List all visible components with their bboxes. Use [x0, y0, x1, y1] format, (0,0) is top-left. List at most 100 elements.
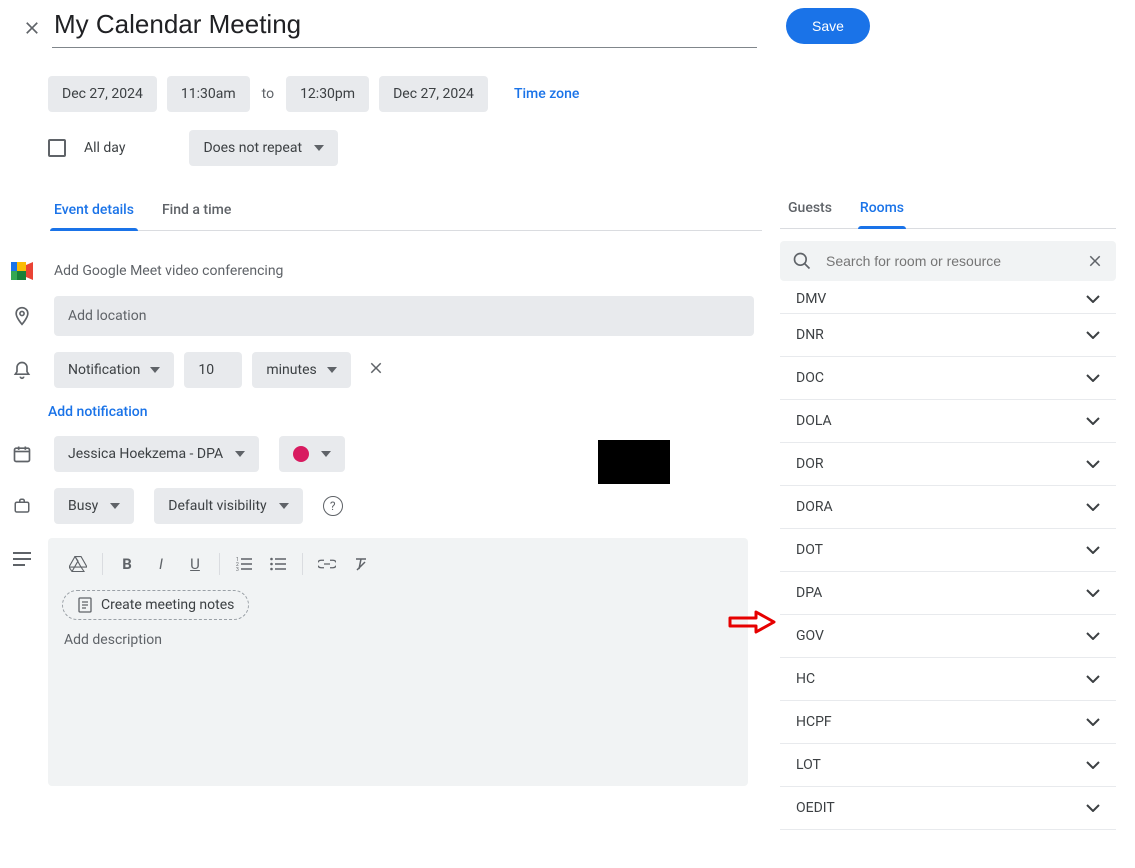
chevron-down-icon — [1086, 327, 1100, 343]
calendar-owner-dropdown[interactable]: Jessica Hoekzema - DPA — [54, 436, 259, 472]
room-group-label: DORA — [796, 499, 833, 515]
room-group-label: HCPF — [796, 714, 832, 730]
room-group-item[interactable]: HC — [780, 658, 1116, 701]
add-google-meet-button[interactable]: Add Google Meet video conferencing — [54, 263, 283, 279]
chevron-down-icon — [1086, 757, 1100, 773]
close-button[interactable] — [12, 8, 52, 48]
room-group-item[interactable]: DOT — [780, 529, 1116, 572]
room-search-input[interactable] — [824, 252, 1074, 270]
chevron-down-icon — [321, 451, 331, 457]
bulleted-list-button[interactable] — [262, 548, 294, 580]
tab-event-details[interactable]: Event details — [54, 202, 134, 230]
toolbar-divider — [102, 553, 103, 575]
clear-format-icon — [353, 556, 369, 572]
chevron-down-icon — [1086, 628, 1100, 644]
chevron-down-icon — [1086, 456, 1100, 472]
end-date-chip[interactable]: Dec 27, 2024 — [379, 76, 488, 112]
link-icon — [318, 559, 336, 569]
room-group-item[interactable]: DNR — [780, 314, 1116, 357]
remove-notification-button[interactable] — [361, 353, 391, 387]
tab-rooms[interactable]: Rooms — [860, 200, 904, 228]
room-group-label: LOT — [796, 757, 821, 773]
description-input[interactable]: Add description — [48, 620, 748, 660]
insert-link-button[interactable] — [311, 548, 343, 580]
room-group-item[interactable]: DPA — [780, 572, 1116, 615]
description-icon — [10, 552, 34, 566]
room-group-item[interactable]: DOLA — [780, 400, 1116, 443]
room-group-item[interactable]: DOR — [780, 443, 1116, 486]
notification-unit-dropdown[interactable]: minutes — [252, 352, 350, 388]
notification-type-dropdown[interactable]: Notification — [54, 352, 174, 388]
clear-formatting-button[interactable] — [345, 548, 377, 580]
chevron-down-icon — [1086, 671, 1100, 687]
google-meet-icon — [10, 262, 34, 280]
location-input[interactable]: Add location — [54, 296, 754, 336]
event-title-input[interactable] — [52, 8, 757, 41]
close-icon — [22, 18, 42, 38]
bullet-list-icon — [270, 557, 286, 571]
room-group-label: DOT — [796, 542, 823, 558]
start-time-chip[interactable]: 11:30am — [167, 76, 250, 112]
room-search-box[interactable] — [780, 241, 1116, 281]
recurrence-dropdown[interactable]: Does not repeat — [189, 130, 338, 166]
numbered-list-button[interactable]: 123 — [228, 548, 260, 580]
room-group-label: DOLA — [796, 413, 832, 429]
chevron-down-icon — [235, 451, 245, 457]
calendar-owner-label: Jessica Hoekzema - DPA — [68, 446, 223, 462]
start-date-chip[interactable]: Dec 27, 2024 — [48, 76, 157, 112]
room-group-label: DPA — [796, 585, 822, 601]
allday-checkbox[interactable] — [48, 139, 66, 157]
room-group-label: OEDIT — [796, 800, 835, 816]
room-group-item[interactable]: DORA — [780, 486, 1116, 529]
visibility-dropdown[interactable]: Default visibility — [154, 488, 302, 524]
chevron-down-icon — [1086, 714, 1100, 730]
location-icon — [10, 305, 34, 327]
notification-value-input[interactable]: 10 — [184, 352, 242, 388]
room-group-item[interactable]: LOT — [780, 744, 1116, 787]
italic-button[interactable]: I — [145, 548, 177, 580]
room-group-item[interactable]: OEDIT — [780, 787, 1116, 830]
room-group-label: GOV — [796, 628, 824, 644]
bold-button[interactable]: B — [111, 548, 143, 580]
search-icon — [792, 251, 812, 271]
chevron-down-icon — [1086, 413, 1100, 429]
event-color-dropdown[interactable] — [279, 436, 345, 472]
allday-label: All day — [84, 140, 125, 156]
chevron-down-icon — [279, 503, 289, 509]
end-time-chip[interactable]: 12:30pm — [286, 76, 369, 112]
close-icon — [367, 359, 385, 377]
availability-dropdown[interactable]: Busy — [54, 488, 134, 524]
ordered-list-icon: 123 — [236, 557, 252, 571]
notification-unit-label: minutes — [266, 362, 316, 378]
add-notification-button[interactable]: Add notification — [48, 396, 762, 428]
visibility-help-button[interactable]: ? — [323, 496, 343, 516]
recurrence-label: Does not repeat — [203, 140, 302, 156]
clear-search-button[interactable] — [1086, 252, 1104, 270]
room-group-item[interactable]: GOV — [780, 615, 1116, 658]
room-group-item[interactable]: DMV — [780, 285, 1116, 314]
room-group-item[interactable]: DOC — [780, 357, 1116, 400]
briefcase-icon — [10, 497, 34, 515]
calendar-icon — [10, 444, 34, 464]
tab-guests[interactable]: Guests — [788, 200, 832, 228]
toolbar-divider — [302, 553, 303, 575]
save-button[interactable]: Save — [786, 8, 870, 44]
attach-drive-button[interactable] — [62, 548, 94, 580]
drive-icon — [69, 556, 87, 572]
notification-icon — [10, 359, 34, 381]
visibility-label: Default visibility — [168, 498, 266, 514]
chevron-down-icon — [1086, 542, 1100, 558]
chevron-down-icon — [110, 503, 120, 509]
timezone-link[interactable]: Time zone — [508, 86, 585, 102]
chevron-down-icon — [1086, 800, 1100, 816]
notes-icon — [77, 597, 93, 613]
create-meeting-notes-button[interactable]: Create meeting notes — [62, 590, 249, 620]
availability-label: Busy — [68, 498, 98, 514]
room-group-label: DMV — [796, 291, 826, 307]
room-group-item[interactable]: HCPF — [780, 701, 1116, 744]
chevron-down-icon — [327, 367, 337, 373]
tab-find-a-time[interactable]: Find a time — [162, 202, 231, 230]
svg-text:3: 3 — [236, 567, 239, 571]
underline-button[interactable]: U — [179, 548, 211, 580]
chevron-down-icon — [1086, 585, 1100, 601]
